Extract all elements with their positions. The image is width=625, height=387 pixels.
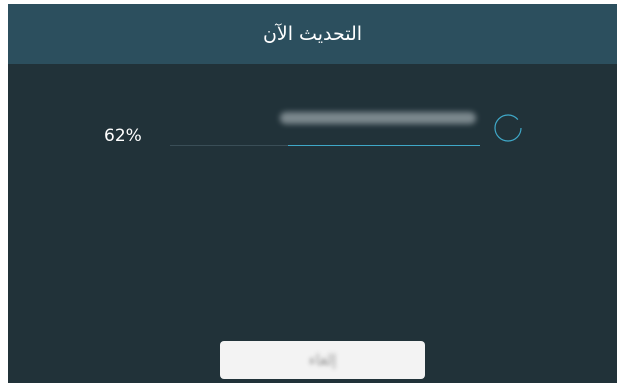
progress-bar-fill bbox=[287, 145, 480, 146]
cancel-button-label: إلغاء bbox=[308, 351, 337, 369]
screen: التحديث الآن 62% إلغاء bbox=[0, 0, 625, 387]
dialog-title: التحديث الآن bbox=[262, 23, 363, 45]
cancel-button[interactable]: إلغاء bbox=[220, 341, 425, 379]
update-dialog: التحديث الآن 62% إلغاء bbox=[8, 4, 617, 383]
loading-spinner-icon bbox=[494, 114, 522, 142]
progress-bar bbox=[170, 145, 480, 146]
progress-percent: 62% bbox=[104, 126, 142, 146]
progress-status-text bbox=[280, 112, 476, 124]
dialog-header: التحديث الآن bbox=[8, 4, 617, 64]
